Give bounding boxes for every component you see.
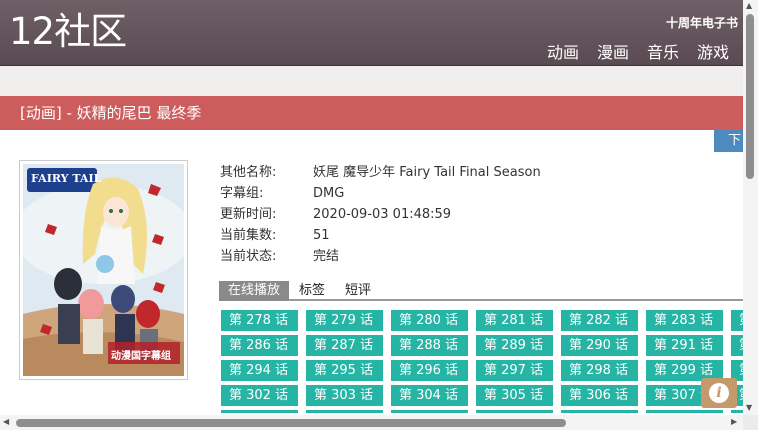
episode-button[interactable]: 第 310 话 bbox=[221, 410, 298, 413]
episode-button[interactable]: 第 289 话 bbox=[476, 335, 553, 356]
download-side-tab[interactable]: 下 bbox=[714, 130, 743, 152]
info-row-alt-names: 其他名称: 妖尾 魔导少年 Fairy Tail Final Season bbox=[220, 162, 541, 183]
episode-button[interactable]: 第 315 话 bbox=[646, 410, 723, 413]
horizontal-scrollbar[interactable]: ◀ ▶ bbox=[0, 415, 743, 430]
episode-button[interactable]: 第 303 话 bbox=[306, 385, 383, 406]
episode-button[interactable]: 第 284 话 bbox=[731, 310, 743, 331]
scroll-right-icon[interactable]: ▶ bbox=[731, 418, 737, 426]
scrollbar-corner bbox=[743, 415, 758, 430]
episode-button[interactable]: 第 282 话 bbox=[561, 310, 638, 331]
episode-button[interactable]: 第 287 话 bbox=[306, 335, 383, 356]
poster-badge-text: 动漫国字幕组 bbox=[111, 351, 171, 362]
info-icon: i bbox=[709, 383, 729, 403]
episode-button[interactable]: 第 286 话 bbox=[221, 335, 298, 356]
episode-button[interactable]: 第 292 话 bbox=[731, 335, 743, 356]
tab-reviews[interactable]: 短评 bbox=[335, 281, 381, 301]
episode-button[interactable]: 第 302 话 bbox=[221, 385, 298, 406]
page-title: [动画] - 妖精的尾巴 最终季 bbox=[0, 96, 743, 130]
episode-button[interactable]: 第 281 话 bbox=[476, 310, 553, 331]
episode-button[interactable]: 第 297 话 bbox=[476, 360, 553, 381]
episode-button[interactable]: 第 313 话 bbox=[476, 410, 553, 413]
info-label: 字幕组: bbox=[220, 186, 264, 201]
tab-tags[interactable]: 标签 bbox=[289, 281, 335, 301]
episode-button[interactable]: 第 291 话 bbox=[646, 335, 723, 356]
anime-info: 其他名称: 妖尾 魔导少年 Fairy Tail Final Season 字幕… bbox=[220, 162, 541, 267]
info-row-updated: 更新时间: 2020-09-03 01:48:59 bbox=[220, 204, 541, 225]
scroll-left-icon[interactable]: ◀ bbox=[3, 418, 9, 426]
info-value: DMG bbox=[313, 186, 345, 201]
sub-header-band bbox=[0, 66, 743, 96]
episode-list: 第 278 话第 279 话第 280 话第 281 话第 282 话第 283… bbox=[221, 310, 743, 413]
info-row-fansub: 字幕组: DMG bbox=[220, 183, 541, 204]
nav-item-game[interactable]: 游戏 bbox=[697, 39, 729, 63]
info-value: 妖尾 魔导少年 Fairy Tail Final Season bbox=[313, 165, 541, 180]
episode-button[interactable]: 第 295 话 bbox=[306, 360, 383, 381]
horizontal-scroll-thumb[interactable] bbox=[16, 419, 566, 427]
episode-button[interactable]: 第 278 话 bbox=[221, 310, 298, 331]
main-nav: 动画 漫画 音乐 游戏 bbox=[547, 39, 729, 63]
episode-button[interactable]: 第 304 话 bbox=[391, 385, 468, 406]
nav-item-comic[interactable]: 漫画 bbox=[597, 39, 629, 63]
content-tabs: 在线播放 标签 短评 bbox=[219, 281, 743, 301]
episode-button[interactable]: 第 279 话 bbox=[306, 310, 383, 331]
info-row-status: 当前状态: 完结 bbox=[220, 246, 541, 267]
episode-button[interactable]: 第 306 话 bbox=[561, 385, 638, 406]
info-value: 2020-09-03 01:48:59 bbox=[313, 207, 452, 222]
info-value: 完结 bbox=[313, 249, 340, 264]
site-header: 12社区 十周年电子书 动画 漫画 音乐 游戏 bbox=[0, 0, 743, 66]
episode-button[interactable]: 第 296 话 bbox=[391, 360, 468, 381]
nav-item-anime[interactable]: 动画 bbox=[547, 39, 579, 63]
info-label: 其他名称: bbox=[220, 165, 277, 180]
info-label: 当前状态: bbox=[220, 249, 277, 264]
anniversary-ebook-link[interactable]: 十周年电子书 bbox=[666, 14, 738, 31]
poster-logo-text: FAIRY TAIL bbox=[31, 172, 102, 185]
episode-button[interactable]: 第 283 话 bbox=[646, 310, 723, 331]
info-label: 当前集数: bbox=[220, 228, 277, 243]
info-button[interactable]: i bbox=[701, 378, 737, 408]
nav-item-music[interactable]: 音乐 bbox=[647, 39, 679, 63]
info-value: 51 bbox=[313, 228, 330, 243]
vertical-scrollbar[interactable]: ▲ ▼ bbox=[743, 0, 758, 415]
episode-button[interactable]: 第 312 话 bbox=[391, 410, 468, 413]
info-label: 更新时间: bbox=[220, 207, 277, 222]
episode-button[interactable]: 第 294 话 bbox=[221, 360, 298, 381]
scroll-up-icon[interactable]: ▲ bbox=[746, 2, 752, 10]
episode-button[interactable]: 第 316 话 bbox=[731, 410, 743, 413]
tab-online-play[interactable]: 在线播放 bbox=[219, 281, 290, 301]
poster-frame: FAIRY TAIL 动漫国字幕组 bbox=[19, 160, 188, 380]
site-logo[interactable]: 12社区 bbox=[9, 13, 127, 50]
episode-button[interactable]: 第 288 话 bbox=[391, 335, 468, 356]
info-row-episode-count: 当前集数: 51 bbox=[220, 225, 541, 246]
vertical-scroll-thumb[interactable] bbox=[746, 14, 754, 179]
scroll-down-icon[interactable]: ▼ bbox=[746, 404, 752, 412]
episode-button[interactable]: 第 298 话 bbox=[561, 360, 638, 381]
episode-button[interactable]: 第 290 话 bbox=[561, 335, 638, 356]
poster-artwork bbox=[23, 164, 184, 376]
episode-button[interactable]: 第 314 话 bbox=[561, 410, 638, 413]
anime-poster: FAIRY TAIL 动漫国字幕组 bbox=[23, 164, 184, 376]
episode-button[interactable]: 第 305 话 bbox=[476, 385, 553, 406]
episode-button[interactable]: 第 311 话 bbox=[306, 410, 383, 413]
episode-button[interactable]: 第 280 话 bbox=[391, 310, 468, 331]
